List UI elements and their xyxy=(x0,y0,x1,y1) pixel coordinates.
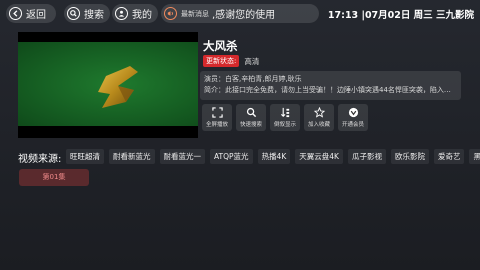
fullscreen-icon xyxy=(211,107,223,118)
video-player[interactable] xyxy=(18,32,198,138)
source-tab[interactable]: ATQP蓝光 xyxy=(210,149,253,164)
source-tab[interactable]: 黑 xyxy=(469,149,480,164)
source-tab[interactable]: 热播4K xyxy=(257,149,291,164)
source-tab[interactable]: 天翼云盘4K xyxy=(295,149,343,164)
status-badge: 更新状态: xyxy=(203,55,240,67)
reverse-order-label: 倒叙显示 xyxy=(273,122,296,128)
search-icon xyxy=(67,7,80,20)
sort-icon xyxy=(280,107,289,118)
video-source-label: 视频来源: xyxy=(18,154,62,165)
news-tag: 最新消息 xyxy=(181,9,209,18)
fullscreen-label: 全屏播放 xyxy=(205,122,228,128)
quick-search-button[interactable]: 快速搜索 xyxy=(236,104,266,131)
news-text: ,感谢您的使用 xyxy=(212,10,276,21)
quick-search-label: 快速搜索 xyxy=(239,122,262,128)
source-tab-active[interactable]: 旺旺超清 xyxy=(66,149,104,164)
star-icon xyxy=(313,107,325,118)
news-ticker[interactable]: 最新消息 ,感谢您的使用 xyxy=(161,4,319,23)
search-label: 搜索 xyxy=(84,10,104,21)
mine-button[interactable]: 我的 xyxy=(112,4,158,23)
reverse-order-button[interactable]: 倒叙显示 xyxy=(270,104,300,131)
movie-description[interactable]: 演员：白客,辛柏青,郎月婷,耿乐 简介：此接口完全免费，请勿上当受骗！！边陲小镇… xyxy=(200,71,461,100)
source-tab[interactable]: 瓜子影视 xyxy=(347,149,386,164)
clock-and-app-name: 17:13 |07月02日 周三 三九影院 xyxy=(327,10,474,21)
video-frame xyxy=(18,42,198,126)
episode-button[interactable]: 第01集 xyxy=(19,169,89,186)
source-tab[interactable]: 耐看蓝光一 xyxy=(159,149,205,164)
vip-icon xyxy=(348,107,358,118)
back-icon xyxy=(9,7,22,20)
search-icon xyxy=(246,107,256,118)
back-button[interactable]: 返回 xyxy=(6,4,56,23)
cast-text: 演员：白客,辛柏青,郎月婷,耿乐 xyxy=(204,75,302,83)
source-tab[interactable]: 爱奇艺 xyxy=(433,149,465,164)
source-tab[interactable]: 耐看新蓝光 xyxy=(109,149,155,164)
user-icon xyxy=(115,7,128,20)
top-bar: 返回 搜索 我的 最新消息 ,感谢您的使用 17:13 |07月02日 周三 三… xyxy=(6,4,474,24)
back-label: 返回 xyxy=(26,10,46,21)
source-tab[interactable]: 欧乐影院 xyxy=(390,149,429,164)
add-favorite-label: 加入收藏 xyxy=(307,122,330,128)
fullscreen-button[interactable]: 全屏播放 xyxy=(202,104,232,131)
add-favorite-button[interactable]: 加入收藏 xyxy=(304,104,334,131)
mine-label: 我的 xyxy=(132,10,152,21)
megaphone-icon xyxy=(164,7,177,20)
status-value: 高清 xyxy=(244,56,260,66)
search-button[interactable]: 搜索 xyxy=(64,4,110,23)
update-status: 更新状态: 高清 xyxy=(203,55,259,67)
movie-title: 大风杀 xyxy=(203,39,238,53)
vip-label: 开通会员 xyxy=(341,122,364,128)
vip-button[interactable]: 开通会员 xyxy=(338,104,368,131)
video-source-list: 旺旺超清 耐看新蓝光 耐看蓝光一 ATQP蓝光 热播4K 天翼云盘4K 瓜子影视… xyxy=(66,149,480,164)
action-buttons: 全屏播放 快速搜索 倒叙显示 加入收藏 开通会员 xyxy=(202,104,372,131)
intro-text: 简介：此接口完全免费，请勿上当受骗！！边陲小镇突遇44名悍匪突袭，陷入了断... xyxy=(204,86,457,94)
gold-logo-image xyxy=(98,66,138,108)
